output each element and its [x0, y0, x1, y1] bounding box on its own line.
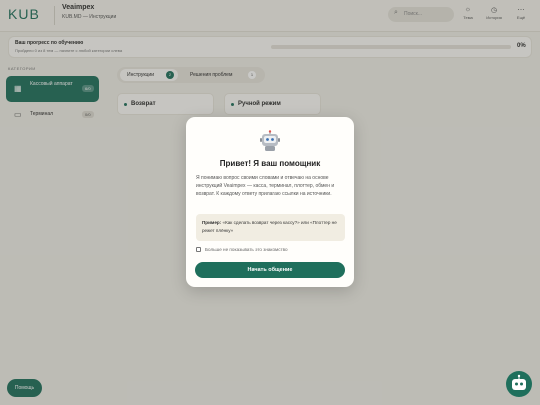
example-box: Пример: «Как сделать возврат через кассу…: [196, 214, 345, 241]
assistant-chat-button[interactable]: [506, 371, 532, 397]
modal-title: Привет! Я ваш помощник: [219, 159, 321, 168]
dont-show-again-label[interactable]: Больше не показывать это знакомство: [205, 247, 288, 252]
robot-icon: [260, 130, 280, 151]
modal-description: Я понимаю вопрос своими словами и отвеча…: [196, 175, 335, 197]
example-label: Пример:: [202, 220, 222, 225]
example-text: «Как сделать возврат через кассу?» или «…: [202, 220, 337, 233]
chat-robot-icon: [512, 374, 526, 390]
dont-show-again-checkbox[interactable]: [196, 247, 201, 252]
assistant-intro-modal: Привет! Я ваш помощник Я понимаю вопрос …: [186, 117, 354, 287]
start-chat-button[interactable]: Начать общение: [195, 262, 345, 278]
